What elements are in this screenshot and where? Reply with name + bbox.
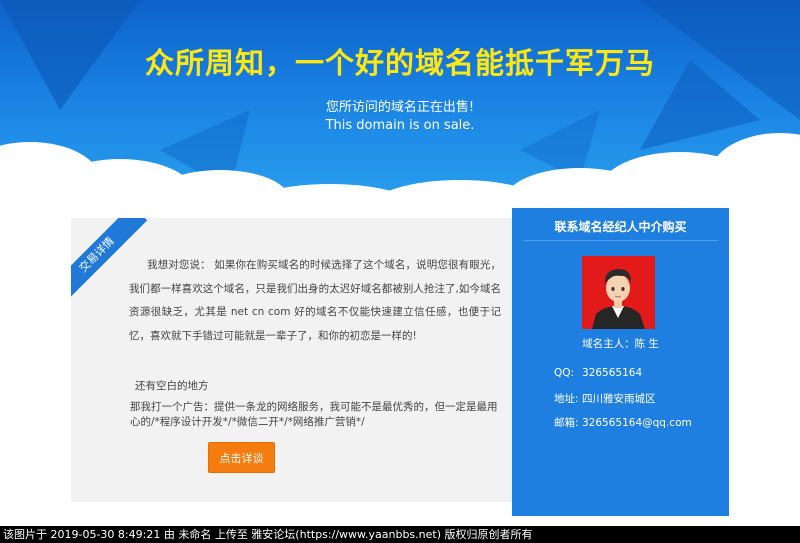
broker-panel-title: 联系域名经纪人中介购买 [554,220,687,234]
email-row: 邮箱: 326565164@qq.com [554,415,692,430]
domain-owner: 域名主人：陈 生 [582,338,659,350]
qq-label: QQ: [554,367,575,379]
hero-banner: 众所周知，一个好的域名能抵千军万马 您所访问的域名正在出售! This doma… [0,0,800,215]
email-label: 邮箱: [554,417,579,429]
trade-details-panel: 交易详情 我想对您说： 如果你在购买域名的时候选择了这个域名，说明您很有眼光，我… [71,218,512,502]
qq-row: QQ: 326565164 [554,367,642,379]
broker-contact-panel: 联系域名经纪人中介购买 域名主人：陈 生 QQ: 326565164 地址: 四川雅… [512,208,729,516]
divider [523,240,718,241]
address-label: 地址: [554,393,579,405]
image-watermark-footer: 该图片于 2019-05-30 8:49:21 由 未命名 上传至 雅安论坛(h… [0,526,800,543]
email-value[interactable]: 326565164@qq.com [582,417,692,429]
qq-value: 326565164 [582,367,643,379]
avatar [582,256,655,329]
contact-detail-button[interactable]: 点击详谈 [208,442,275,473]
intro-text: 我想对您说： 如果你在购买域名的时候选择了这个域名，说明您很有眼光，我们都一样喜… [129,259,501,342]
address-row: 地址: 四川雅安雨城区 [554,391,656,406]
ad-text: 那我打一个广告：提供一条龙的网络服务，我可能不是最优秀的，但一定是最用心的/*程… [130,401,498,428]
aside-text: 还有空白的地方 [135,380,209,392]
avatar-illustration-icon [582,256,655,329]
hero-title: 众所周知，一个好的域名能抵千军万马 [144,46,655,80]
cloud-decoration [0,133,800,215]
address-value: 四川雅安雨城区 [582,393,656,405]
hero-subtitle-cn: 您所访问的域名正在出售! [325,100,475,115]
